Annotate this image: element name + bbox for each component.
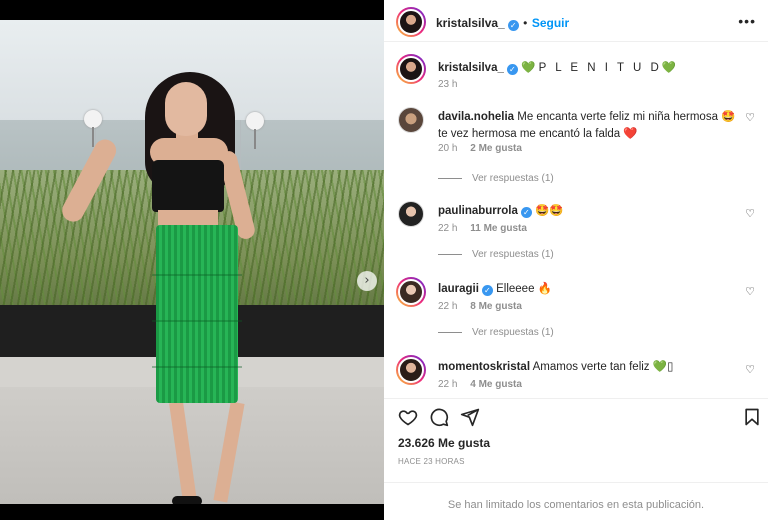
green-heart-emoji: 💚 [521,60,536,74]
comment-meta: 20 h 2 Me gusta [438,143,532,154]
photo-lamp [84,110,102,147]
bookmark-icon[interactable] [742,407,762,427]
heart-icon[interactable]: ♡ [744,111,756,124]
username-link[interactable]: kristalsilva_ [438,62,504,74]
view-replies-button[interactable]: Ver respuestas (1) [438,173,554,184]
post-media-frame: › [0,0,384,520]
post-photo[interactable]: › [0,20,384,504]
comment-likes[interactable]: 11 Me gusta [470,223,527,234]
comment-meta: 22 h 11 Me gusta [438,223,537,234]
verified-icon: ✓ [520,207,532,218]
heart-icon[interactable]: ♡ [744,285,756,298]
post-detail-panel: kristalsilva_ ✓ • Seguir ••• kristalsilva… [384,0,768,520]
verified-icon: ✓ [507,20,519,31]
comment: lauragii ✓ Elleeee 🔥 ♡ 22 h 8 Me gusta Ve… [396,277,756,347]
verified-icon: ✓ [481,285,493,296]
comments-list[interactable]: kristalsilva_ ✓ 💚 P L E N I T U D💚 23 h d… [384,43,768,393]
star-eyes-emoji: 🤩🤩 [535,203,564,217]
unknown-glyph-icon: ▯ [667,359,674,373]
timestamp[interactable]: 22 h [438,223,457,234]
post-actions-bar [384,398,768,432]
post-timestamp[interactable]: HACE 23 HORAS [398,457,465,466]
timestamp[interactable]: 22 h [438,301,457,312]
heart-icon[interactable]: ♡ [744,207,756,220]
caption: kristalsilva_ ✓ 💚 P L E N I T U D💚 23 h [396,54,756,94]
caption-meta: 23 h [438,79,467,90]
avatar[interactable] [396,355,426,385]
comment-text: Amamos verte tan feliz [532,361,650,373]
comment-likes[interactable]: 8 Me gusta [470,301,522,312]
figure-skirt-fringe [152,230,242,410]
comment-text: Me encanta verte feliz mi niña hermosa [517,111,718,123]
avatar[interactable] [396,277,426,307]
follow-button[interactable]: Seguir [532,16,569,30]
avatar[interactable] [396,7,426,37]
chevron-right-icon[interactable]: › [357,271,377,291]
comment-icon[interactable] [429,407,449,427]
comment-text: Elleeee [496,283,535,295]
likes-count[interactable]: 23.626 Me gusta [398,436,490,450]
figure-face [165,82,207,136]
username-link[interactable]: momentoskristal [438,361,530,373]
post-header: kristalsilva_ ✓ • Seguir ••• [384,0,768,42]
caption-text: P L E N I T U D [538,62,662,74]
view-replies-button[interactable]: Ver respuestas (1) [438,327,554,338]
comment-likes[interactable]: 4 Me gusta [470,379,522,390]
separator-dot: • [523,16,528,30]
verified-icon: ✓ [506,64,518,75]
timestamp[interactable]: 22 h [438,379,457,390]
share-icon[interactable] [460,407,480,427]
comments-limited-notice: Se han limitado los comentarios en esta … [384,482,768,520]
heart-icon[interactable] [398,407,418,427]
view-replies-button[interactable]: Ver respuestas (1) [438,249,554,260]
comment: momentoskristal Amamos verte tan feliz 💚… [396,355,756,393]
timestamp[interactable]: 23 h [438,79,457,90]
username-link[interactable]: paulinaburrola [438,205,518,217]
comment-meta: 22 h 4 Me gusta [438,379,532,390]
comment-text: te vez hermosa me encantó la falda [438,128,621,140]
green-heart-emoji: 💚 [661,60,677,74]
figure-shoe [172,496,202,504]
star-eyes-emoji: 🤩 [721,109,736,123]
more-icon[interactable]: ••• [738,13,756,29]
username-link[interactable]: davila.nohelia [438,111,514,123]
post-header-user: kristalsilva_ ✓ • Seguir [436,14,569,32]
comment-likes[interactable]: 2 Me gusta [470,143,522,154]
green-heart-emoji: 💚 [652,359,668,373]
comment: paulinaburrola ✓ 🤩🤩 ♡ 22 h 11 Me gusta Ve… [396,199,756,269]
comment: davila.nohelia Me encanta verte feliz mi… [396,105,756,184]
fire-emoji: 🔥 [537,281,553,295]
heart-icon[interactable]: ♡ [744,363,756,376]
photo-lamp [246,112,264,149]
username-link[interactable]: kristalsilva_ [436,16,505,30]
comment-meta: 22 h 8 Me gusta [438,301,532,312]
red-heart-emoji: ❤️ [623,126,638,140]
figure-crop-top [152,160,224,212]
username-link[interactable]: lauragii [438,283,479,295]
avatar[interactable] [398,107,424,133]
avatar[interactable] [398,201,424,227]
avatar[interactable] [396,54,426,84]
timestamp[interactable]: 20 h [438,143,457,154]
